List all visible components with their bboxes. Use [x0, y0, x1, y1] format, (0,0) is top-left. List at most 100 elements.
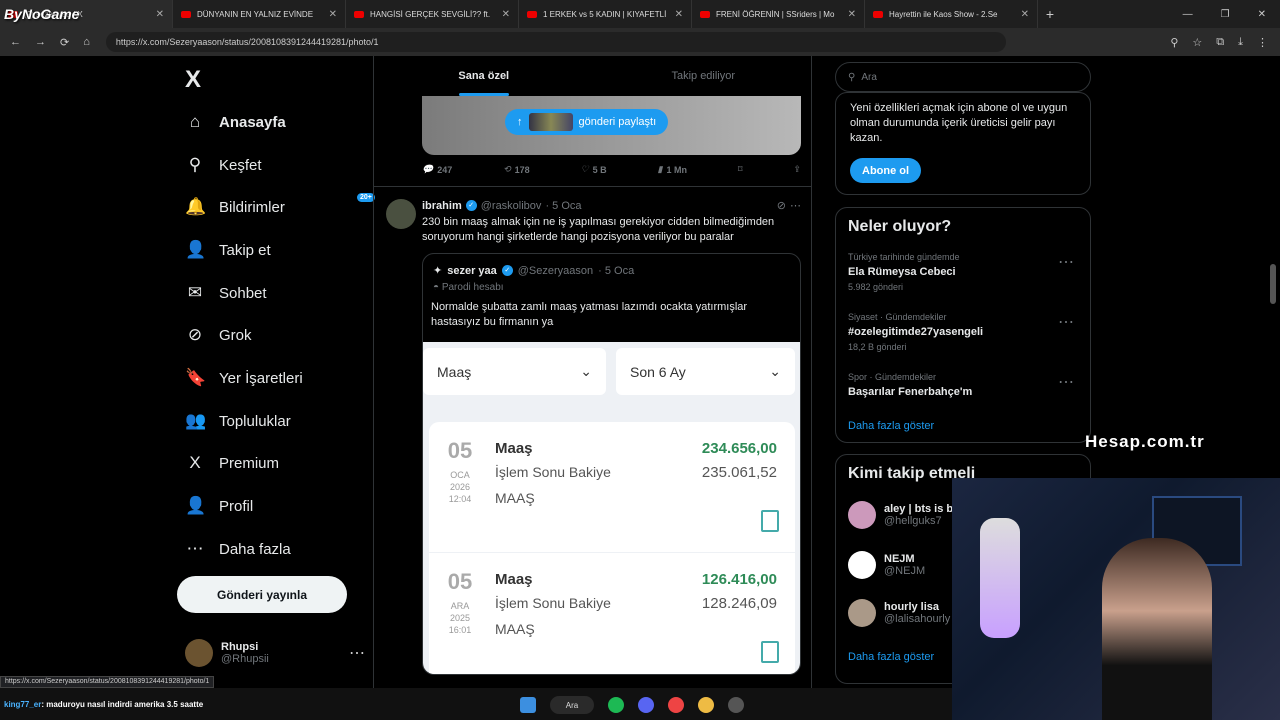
- sidebar-item-takip-et[interactable]: 👤 Takip et: [185, 236, 271, 264]
- sidebar-item-keşfet[interactable]: ⚲ Keşfet: [185, 151, 262, 179]
- chrome-profile-icon[interactable]: [698, 697, 714, 713]
- browser-tab[interactable]: 1 ERKEK vs 5 KADIN | KIYAFETLİ ✕: [519, 0, 692, 28]
- bookmark-icon: 🔖: [185, 368, 207, 387]
- extensions-icon[interactable]: ⧉: [1216, 36, 1224, 49]
- tab-for-you[interactable]: Sana özel: [374, 56, 594, 96]
- sidebar-item-label: Topluluklar: [219, 412, 291, 430]
- forward-icon[interactable]: →: [35, 36, 46, 49]
- scrollbar[interactable]: [1270, 126, 1276, 306]
- quoted-tweet[interactable]: ✦ sezer yaa ✓ @Sezeryaason · 5 Oca ◓ Par…: [422, 253, 801, 675]
- grok-icon: ⊘: [187, 325, 203, 344]
- views-button[interactable]: ▮ 1 Mn: [658, 164, 687, 175]
- browser-tab[interactable]: DÜNYANIN EN YALNIZ EVİNDE ✕: [173, 0, 346, 28]
- more-icon[interactable]: ⋯: [1058, 372, 1074, 392]
- trend-item[interactable]: Spor · Gündemdekiler Başarılar Fenerbahçe…: [848, 372, 1080, 398]
- close-icon[interactable]: ✕: [156, 9, 164, 20]
- chrome-icon[interactable]: [668, 697, 684, 713]
- zoom-icon[interactable]: ⚲: [1170, 36, 1178, 49]
- taskbar: king77_er: maduroyu nasıl indirdi amerik…: [0, 688, 952, 720]
- sidebar-item-sohbet[interactable]: ✉ Sohbet: [185, 279, 267, 307]
- trend-item[interactable]: Siyaset · Gündemdekiler #ozelegitimde27ya…: [848, 312, 1080, 352]
- home-icon[interactable]: ⌂: [83, 36, 90, 49]
- sidebar-item-anasayfa[interactable]: ⌂ Anasayfa: [185, 108, 286, 136]
- tx-year: 2025: [449, 613, 471, 623]
- more-icon[interactable]: ⋯: [790, 199, 801, 212]
- like-button[interactable]: ♡ 5 B: [581, 164, 607, 175]
- follow-suggestion[interactable]: aley | bts is ba @hellguks7: [848, 501, 959, 529]
- tweet-time[interactable]: · 5 Oca: [545, 200, 581, 212]
- download-icon[interactable]: ⤓: [1238, 36, 1243, 49]
- reload-icon[interactable]: ⟳: [60, 36, 69, 49]
- app-icon[interactable]: [728, 697, 744, 713]
- share-icon[interactable]: ⇪: [793, 164, 801, 175]
- post-button[interactable]: Gönderi yayınla: [177, 576, 347, 613]
- x-logo-icon[interactable]: X: [185, 66, 201, 94]
- sidebar-item-topluluklar[interactable]: 👥 Topluluklar: [185, 407, 291, 435]
- close-window-icon[interactable]: ✕: [1258, 9, 1266, 20]
- close-icon[interactable]: ✕: [502, 9, 510, 20]
- reply-button[interactable]: 💬 247: [422, 164, 452, 175]
- browser-tab[interactable]: FRENİ ÖĞRENİN | SSriders | Mo ✕: [692, 0, 865, 28]
- tab-following[interactable]: Takip ediliyor: [594, 56, 812, 96]
- discord-icon[interactable]: [638, 697, 654, 713]
- sidebar-item-bildirimler[interactable]: 🔔 Bildirimler: [185, 193, 285, 221]
- more-icon[interactable]: ⋯: [349, 643, 365, 663]
- sidebar-item-label: Keşfet: [219, 156, 262, 174]
- sidebar-item-yer-i-şaretleri[interactable]: 🔖 Yer İşaretleri: [185, 364, 303, 392]
- maximize-icon[interactable]: ❐: [1221, 9, 1230, 20]
- back-icon[interactable]: ←: [10, 36, 21, 49]
- quote-text: Normalde şubatta zamlı maaş yatması lazı…: [431, 301, 748, 328]
- browser-tab[interactable]: Hayrettin ile Kaos Show - 2.Se ✕: [865, 0, 1038, 28]
- minimize-icon[interactable]: —: [1183, 9, 1193, 20]
- youtube-icon: [873, 10, 883, 18]
- menu-icon[interactable]: ⋮: [1257, 36, 1268, 49]
- new-tab-button[interactable]: +: [1038, 6, 1062, 22]
- timeline-tabs: Sana özel Takip ediliyor: [374, 56, 812, 96]
- avatar: [848, 599, 876, 627]
- account-switcher[interactable]: Rhupsi @Rhupsii ⋯: [185, 639, 365, 667]
- trends-box: Neler oluyor? Türkiye tarihinde gündemde…: [835, 207, 1091, 443]
- bank-screenshot-image[interactable]: Maaş ⌄ Son 6 Ay ⌄ 05 OCA 2026 12:04 Maaş İşl…: [423, 342, 800, 674]
- search-input[interactable]: ⚲ Ara: [835, 62, 1091, 92]
- sidebar-item-grok[interactable]: ⊘ Grok: [185, 321, 252, 349]
- follow-handle: @NEJM: [884, 565, 926, 577]
- more-icon[interactable]: ⋯: [1058, 252, 1074, 272]
- repost-button[interactable]: ⟲ 178: [503, 164, 530, 175]
- trend-name: Başarılar Fenerbahçe'm: [848, 386, 973, 398]
- more-icon[interactable]: ⋯: [1058, 312, 1074, 332]
- grok-icon[interactable]: ⊘: [777, 199, 786, 212]
- browser-tab[interactable]: HANGİSİ GERÇEK SEVGİLİ?? ft. ✕: [346, 0, 519, 28]
- taskbar-search[interactable]: Ara: [550, 696, 594, 714]
- avatar[interactable]: [386, 199, 416, 229]
- spotify-icon[interactable]: [608, 697, 624, 713]
- star-icon[interactable]: ☆: [1192, 36, 1202, 49]
- close-icon[interactable]: ✕: [1021, 9, 1029, 20]
- sidebar-item-daha-fazla[interactable]: ⋯ Daha fazla: [185, 535, 291, 563]
- subscribe-button[interactable]: Abone ol: [850, 158, 922, 183]
- close-icon[interactable]: ✕: [675, 9, 683, 20]
- scrollbar-thumb[interactable]: [1270, 264, 1276, 304]
- sidebar-item-label: Anasayfa: [219, 113, 286, 131]
- sidebar-item-label: Daha fazla: [219, 540, 291, 558]
- sidebar-item-premium[interactable]: X Premium: [185, 449, 279, 477]
- show-more-link[interactable]: Daha fazla göster: [848, 420, 934, 432]
- close-icon[interactable]: ✕: [848, 9, 856, 20]
- share-pill-label: gönderi paylaştı: [578, 116, 657, 128]
- show-more-link[interactable]: Daha fazla göster: [848, 651, 934, 663]
- sidebar-item-profil[interactable]: 👤 Profil: [185, 492, 253, 520]
- follow-suggestion[interactable]: hourly lisa @lalisahourly: [848, 599, 950, 627]
- bookmark-icon[interactable]: ⌑: [738, 164, 743, 175]
- trend-item[interactable]: Türkiye tarihinde gündemde Ela Rümeysa Ce…: [848, 252, 1080, 292]
- url-field[interactable]: https://x.com/Sezeryaason/status/2008108…: [105, 32, 1006, 52]
- divider: [374, 186, 811, 187]
- sidebar-item-label: Premium: [219, 454, 280, 472]
- follow-suggestion[interactable]: NEJM @NEJM: [848, 551, 925, 579]
- sidebar-item-label: Sohbet: [219, 284, 267, 302]
- author-name[interactable]: ibrahim: [422, 200, 462, 212]
- tweet-text: 230 bin maaş almak için ne iş yapılması …: [422, 216, 775, 243]
- follow-handle: @lalisahourly: [884, 613, 951, 625]
- close-icon[interactable]: ✕: [329, 9, 337, 20]
- follow-name: aley | bts is ba: [884, 503, 960, 515]
- windows-start-icon[interactable]: [520, 697, 536, 713]
- new-posts-pill[interactable]: ↑ gönderi paylaştı: [505, 109, 669, 135]
